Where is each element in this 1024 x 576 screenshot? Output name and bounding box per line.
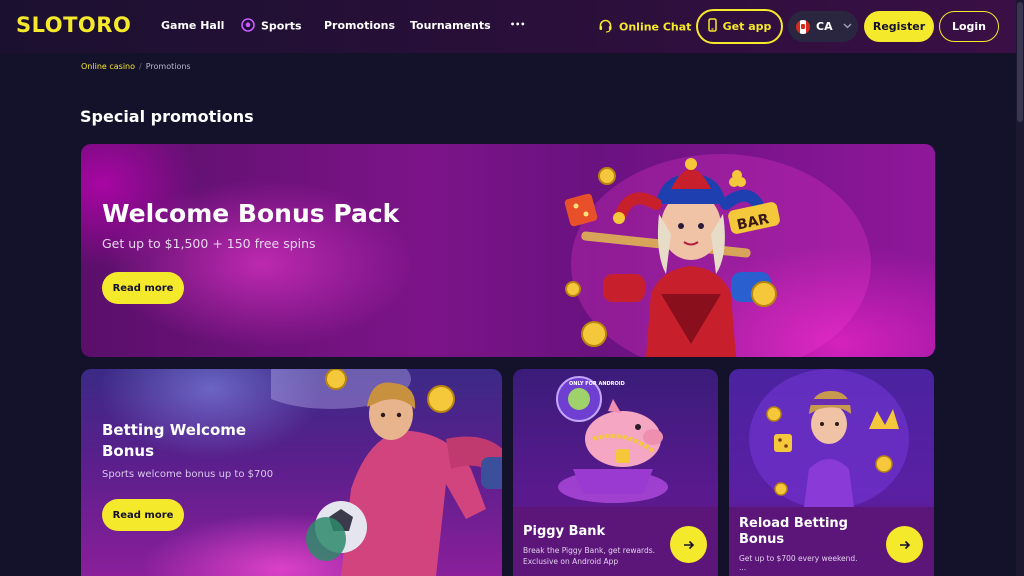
breadcrumb-separator: / xyxy=(139,62,142,71)
hero-subtitle: Get up to $1,500 + 150 free spins xyxy=(102,236,316,251)
betting-welcome-bonus-card[interactable]: Betting Welcome Bonus Sports welcome bon… xyxy=(81,369,502,576)
register-button[interactable]: Register xyxy=(864,11,934,42)
piggy-card-subtitle-line1: Break the Piggy Bank, get rewards. xyxy=(523,546,656,555)
reload-card-more: ... xyxy=(739,563,747,572)
online-chat-link[interactable]: Online Chat xyxy=(598,19,691,36)
reload-betting-bonus-card[interactable]: Reload Betting Bonus Get up to $700 ever… xyxy=(729,369,934,576)
nav-sports-label: Sports xyxy=(261,19,302,33)
scrollbar-thumb[interactable] xyxy=(1017,2,1023,122)
goalkeeper-illustration xyxy=(271,369,502,576)
nav-promotions[interactable]: Promotions xyxy=(324,19,395,32)
top-header: SLOTORO Game Hall Sports Promotions Tour… xyxy=(0,0,1016,53)
canada-flag-icon xyxy=(796,19,810,34)
nav-sports[interactable]: Sports xyxy=(241,18,302,35)
breadcrumb-current: Promotions xyxy=(145,62,191,71)
betting-card-title: Betting Welcome Bonus xyxy=(102,421,247,460)
page-scrollbar[interactable] xyxy=(1016,0,1024,576)
piggy-card-title: Piggy Bank xyxy=(523,524,606,539)
hero-title: Welcome Bonus Pack xyxy=(102,199,400,228)
site-logo[interactable]: SLOTORO xyxy=(16,13,131,37)
breadcrumb: Online casino / Promotions xyxy=(81,62,191,71)
nav-game-hall[interactable]: Game Hall xyxy=(161,19,224,32)
piggy-bank-card[interactable]: ONLY FOR ANDROID Piggy Bank Break the Pi… xyxy=(513,369,718,576)
nav-more-button[interactable]: ••• xyxy=(510,20,525,29)
arrow-right-icon xyxy=(683,540,694,549)
chevron-down-icon xyxy=(843,22,852,32)
get-app-label: Get app xyxy=(722,20,772,33)
welcome-bonus-banner[interactable]: BAR Welcome Bonus Pack Get up to $1,500 … xyxy=(81,144,935,357)
country-selector[interactable]: CA xyxy=(788,11,858,42)
nav-tournaments[interactable]: Tournaments xyxy=(410,19,491,32)
betting-card-subtitle: Sports welcome bonus up to $700 xyxy=(102,469,274,480)
reload-card-subtitle: Get up to $700 every weekend. xyxy=(739,554,858,563)
get-app-button[interactable]: Get app xyxy=(696,9,783,44)
hero-read-more-button[interactable]: Read more xyxy=(102,272,184,304)
page-title: Special promotions xyxy=(80,107,254,126)
country-code: CA xyxy=(816,20,833,33)
phone-icon xyxy=(707,18,717,35)
piggy-arrow-button[interactable] xyxy=(670,526,707,563)
cheerleader-illustration xyxy=(749,369,909,507)
online-chat-label: Online Chat xyxy=(619,20,692,34)
login-button[interactable]: Login xyxy=(939,11,999,42)
jester-character-illustration: BAR xyxy=(564,154,871,357)
piggy-bank-illustration: ONLY FOR ANDROID xyxy=(556,376,668,503)
reload-card-title: Reload Betting Bonus xyxy=(739,516,848,547)
betting-read-more-button[interactable]: Read more xyxy=(102,499,184,531)
piggy-card-subtitle-line2: Exclusive on Android App xyxy=(523,557,619,566)
android-badge-text: ONLY FOR ANDROID xyxy=(569,381,625,387)
breadcrumb-home-link[interactable]: Online casino xyxy=(81,62,135,71)
reload-arrow-button[interactable] xyxy=(886,526,923,563)
arrow-right-icon xyxy=(899,540,910,549)
soccer-ball-icon xyxy=(241,18,255,35)
headset-icon xyxy=(598,19,613,36)
